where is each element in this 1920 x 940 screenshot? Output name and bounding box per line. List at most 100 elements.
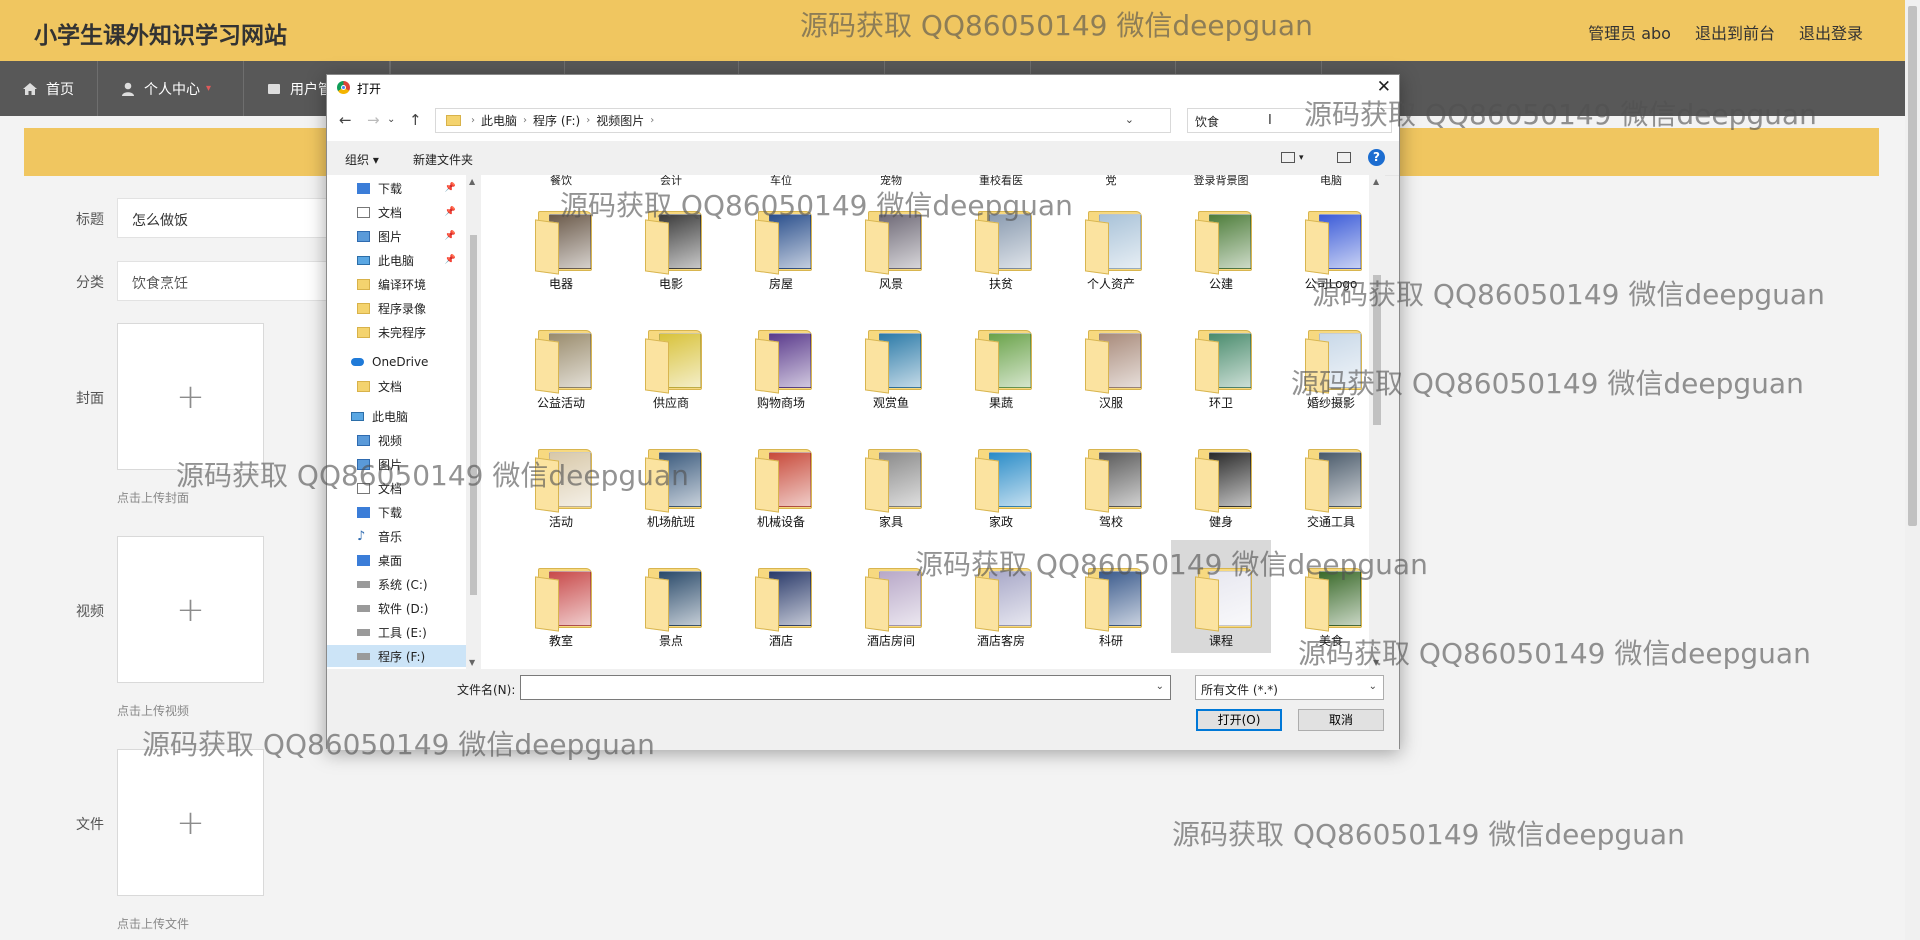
folder-label: 家政 (988, 515, 1013, 529)
help-icon[interactable]: ? (1368, 149, 1385, 166)
chevron-down-icon[interactable]: ⌄ (1156, 681, 1164, 692)
tree-item[interactable]: 下载 (327, 501, 466, 523)
tree-item[interactable]: 工具 (E:) (327, 621, 466, 643)
page-scrollbar[interactable] (1905, 0, 1920, 940)
exit-to-frontend-link[interactable]: 退出到前台 (1695, 20, 1775, 44)
folder-item[interactable]: 家政 (951, 421, 1051, 534)
cancel-button[interactable]: 取消 (1298, 709, 1384, 731)
view-options-icon[interactable] (1281, 152, 1295, 163)
back-arrow-icon[interactable]: ← (339, 111, 352, 129)
folder-item[interactable]: 酒店房间 (841, 540, 941, 653)
folder-item[interactable]: 家具 (841, 421, 941, 534)
video-icon (357, 434, 370, 446)
address-bar[interactable]: › 此电脑 › 程序 (F:) › 视频图片 › ⌄ ↻ (435, 108, 1273, 133)
title-input[interactable]: 怎么做饭 (117, 198, 332, 238)
folder-item[interactable]: 机械设备 (731, 421, 831, 534)
folder-item[interactable]: 景点 (621, 540, 721, 653)
folder-item[interactable]: 酒店 (731, 540, 831, 653)
scrollbar-thumb[interactable] (1908, 6, 1917, 526)
tree-item[interactable]: 文档 📌 (327, 201, 466, 223)
chevron-down-icon[interactable]: ⌄ (1125, 113, 1134, 126)
folder-item[interactable]: 房屋 (731, 183, 831, 296)
filename-input[interactable]: ⌄ (520, 675, 1171, 700)
folder-item[interactable]: 交通工具 (1281, 421, 1381, 534)
tree-item[interactable]: 系统 (C:) (327, 573, 466, 595)
folder-item[interactable]: 健身 (1171, 421, 1271, 534)
nav-item-personal-center[interactable]: 个人中心 ▾ (98, 61, 244, 116)
search-input[interactable]: 饮食 I (1187, 108, 1392, 133)
tree-item-label: 未完程序 (378, 325, 427, 340)
download-icon (357, 182, 370, 194)
new-folder-button[interactable]: 新建文件夹 (413, 151, 473, 168)
scroll-down-icon[interactable]: ▼ (1373, 658, 1379, 667)
tree-item[interactable]: 未完程序 (327, 321, 466, 343)
cover-upload[interactable]: + (117, 323, 264, 470)
recent-dropdown-icon[interactable]: ⌄ (387, 114, 395, 125)
tree-item[interactable]: OneDrive (327, 351, 466, 373)
admin-user-link[interactable]: 管理员 abo (1588, 20, 1671, 44)
folder-item[interactable]: 驾校 (1061, 421, 1161, 534)
logout-link[interactable]: 退出登录 (1799, 20, 1863, 44)
dialog-titlebar[interactable]: 打开 ✕ (327, 75, 1399, 101)
folder-item[interactable]: 婚纱摄影 (1281, 302, 1381, 415)
tree-item[interactable]: 编译环境 (327, 273, 466, 295)
forward-arrow-icon[interactable]: → (367, 111, 380, 129)
scroll-down-icon[interactable]: ▼ (469, 658, 475, 667)
tree-item[interactable]: 软件 (D:) (327, 597, 466, 619)
folder-front (645, 338, 669, 394)
tree-item[interactable]: ♪ 音乐 (327, 525, 466, 547)
folder-item[interactable]: 美食 (1281, 540, 1381, 653)
folder-label: 观赏鱼 (872, 396, 909, 410)
folder-item[interactable]: 环卫 (1171, 302, 1271, 415)
nav-item-home[interactable]: 首页 (0, 61, 98, 116)
up-arrow-icon[interactable]: ↑ (409, 111, 422, 129)
breadcrumb-drive-f[interactable]: 程序 (F:) (533, 112, 580, 129)
folder-front (1085, 576, 1109, 632)
organize-button[interactable]: 组织 ▾ (345, 151, 379, 168)
folder-item[interactable]: 扶贫 (951, 183, 1051, 296)
tree-item[interactable]: 此电脑 (327, 405, 466, 427)
tree-item[interactable]: 下载 📌 (327, 177, 466, 199)
folder-item[interactable]: 观赏鱼 (841, 302, 941, 415)
chevron-down-icon[interactable]: ▾ (1299, 153, 1304, 163)
tree-item[interactable]: 程序 (F:) (327, 645, 466, 667)
folder-item[interactable]: 风景 (841, 183, 941, 296)
folder-item[interactable]: 机场航班 (621, 421, 721, 534)
preview-pane-icon[interactable] (1337, 152, 1351, 163)
tree-item[interactable]: 图片 (327, 453, 466, 475)
folder-item[interactable]: 科研 (1061, 540, 1161, 653)
folder-item[interactable]: 供应商 (621, 302, 721, 415)
tree-item[interactable]: 视频 (327, 429, 466, 451)
folder-item[interactable]: 汉服 (1061, 302, 1161, 415)
scrollbar-thumb[interactable] (470, 235, 477, 595)
open-button[interactable]: 打开(O) (1196, 709, 1282, 731)
close-icon[interactable]: ✕ (1377, 77, 1391, 97)
file-upload[interactable]: + (117, 749, 264, 896)
breadcrumb-video-images[interactable]: 视频图片 (596, 112, 644, 129)
tree-item[interactable]: 图片 📌 (327, 225, 466, 247)
tree-item[interactable]: 文档 (327, 375, 466, 397)
folder-item[interactable]: 公益活动 (511, 302, 611, 415)
folder-item[interactable]: 个人资产 (1061, 183, 1161, 296)
tree-item[interactable]: 程序录像 (327, 297, 466, 319)
folder-item[interactable]: 购物商场 (731, 302, 831, 415)
scroll-up-icon[interactable]: ▲ (469, 177, 475, 186)
folder-item[interactable]: 电器 (511, 183, 611, 296)
folder-item[interactable]: 电影 (621, 183, 721, 296)
folder-item[interactable]: 酒店客房 (951, 540, 1051, 653)
tree-item[interactable]: 此电脑 📌 (327, 249, 466, 271)
tree-scrollbar[interactable]: ▲ ▼ (466, 175, 481, 669)
tree-item[interactable]: 文档 (327, 477, 466, 499)
cover-upload-hint: 点击上传封面 (117, 491, 190, 505)
folder-item[interactable]: 课程 (1171, 540, 1271, 653)
folder-item[interactable]: 果蔬 (951, 302, 1051, 415)
folder-item[interactable]: 活动 (511, 421, 611, 534)
tree-item[interactable]: 桌面 (327, 549, 466, 571)
category-select[interactable]: 饮食烹饪 (117, 261, 332, 301)
folder-item[interactable]: 公建 (1171, 183, 1271, 296)
video-upload[interactable]: + (117, 536, 264, 683)
folder-item[interactable]: 教室 (511, 540, 611, 653)
filetype-select[interactable]: 所有文件 (*.*) ⌄ (1195, 675, 1384, 700)
folder-item[interactable]: 公司Logo (1281, 183, 1381, 296)
breadcrumb-this-pc[interactable]: 此电脑 (481, 112, 517, 129)
